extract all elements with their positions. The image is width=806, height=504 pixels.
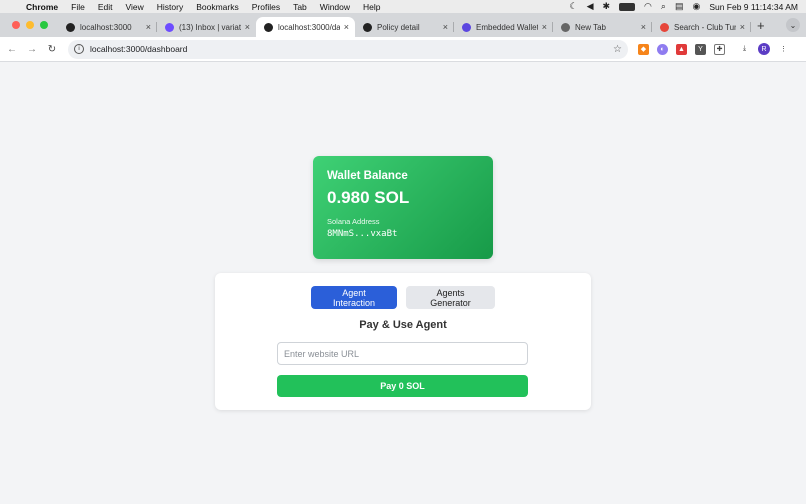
downloads-icon[interactable]: ⤓ [739,43,750,55]
site-info-icon[interactable]: i [74,44,84,54]
website-url-input[interactable] [277,342,528,365]
browser-tab[interactable]: localhost:3000 × [58,17,157,37]
volume-icon[interactable]: ◀ [587,1,594,12]
pay-sol-button[interactable]: Pay 0 SOL [277,375,528,397]
address-bar-url[interactable]: localhost:3000/dashboard [90,44,187,54]
menubar-clock[interactable]: Sun Feb 9 11:14:34 AM [709,2,798,12]
tab-close-icon[interactable]: × [740,22,745,32]
ycombinator-extension-icon[interactable]: Y [695,43,706,55]
extensions-area: ◆ ◐ ▲ Y ✚ ⤓ R ⋮ [638,43,789,55]
menu-file[interactable]: File [71,2,85,12]
wallet-balance-card: Wallet Balance 0.980 SOL Solana Address … [313,156,493,259]
tab-search-button[interactable]: ⌄ [786,18,800,32]
tab-title: New Tab [575,22,606,32]
wallet-balance-amount: 0.980 SOL [327,188,410,207]
forward-button[interactable]: → [22,44,42,55]
profile-avatar[interactable]: R [758,43,770,55]
tab-favicon-icon [363,22,372,32]
reload-button[interactable]: ↻ [42,44,62,55]
agents-generator-tab-button[interactable]: Agents Generator [406,286,495,309]
menu-view[interactable]: View [125,2,143,12]
address-bar[interactable]: i localhost:3000/dashboard ☆ [68,39,628,59]
extensions-puzzle-icon[interactable]: ✚ [714,43,725,55]
metamask-extension-icon[interactable]: ◆ [638,43,649,55]
new-tab-button[interactable]: + [757,18,765,33]
tabs-container: localhost:3000 × (13) Inbox | variatio × loc… [58,13,751,37]
solana-address-label: Solana Address [327,217,380,226]
menu-edit[interactable]: Edit [98,2,113,12]
tab-title: Policy detail [377,22,420,32]
agent-panel: Agent Interaction Agents Generator Pay &… [215,273,591,410]
tab-close-icon[interactable]: × [146,22,151,32]
tab-close-icon[interactable]: × [443,22,448,32]
tab-favicon-icon [66,22,75,32]
maximize-window-button[interactable] [40,21,48,29]
tab-close-icon[interactable]: × [542,22,547,32]
browser-tab[interactable]: (13) Inbox | variatio × [157,17,256,37]
menu-app-name[interactable]: Chrome [26,2,58,12]
menu-profiles[interactable]: Profiles [252,2,280,12]
tab-title: localhost:3000 [80,22,132,32]
window-controls [0,21,58,29]
browser-tab[interactable]: Search - Club Turn × [652,17,751,37]
menubar-status-area: ☾ ◀ ✱ ◠ ⌕ ▤ ◉ Sun Feb 9 11:14:34 AM [569,1,798,12]
bluetooth-icon[interactable]: ✱ [602,1,610,12]
tab-favicon-icon [264,22,273,32]
phantom-extension-icon[interactable]: ◐ [657,43,668,55]
red-extension-icon[interactable]: ▲ [676,43,687,55]
menu-help[interactable]: Help [363,2,380,12]
tab-title: Embedded Wallets [476,22,538,32]
back-button[interactable]: ← [2,44,22,55]
agent-interaction-tab-button[interactable]: Agent Interaction [311,286,397,309]
bookmark-star-icon[interactable]: ☆ [613,44,622,55]
moon-icon[interactable]: ☾ [569,1,577,12]
menu-tab[interactable]: Tab [293,2,307,12]
control-center-icon[interactable]: ▤ [675,1,684,12]
tab-separator [750,22,751,32]
browser-tab[interactable]: Policy detail × [355,17,454,37]
browser-tab[interactable]: localhost:3000/das × [256,17,355,37]
tab-title: localhost:3000/das [278,22,340,32]
browser-tab[interactable]: Embedded Wallets × [454,17,553,37]
solana-address-value: 8MNmS...vxaBt [327,229,398,239]
tab-close-icon[interactable]: × [245,22,250,32]
tab-favicon-icon [660,22,669,32]
tab-favicon-icon [561,22,570,32]
chrome-menu-icon[interactable]: ⋮ [778,43,789,55]
menu-window[interactable]: Window [320,2,350,12]
tab-title: (13) Inbox | variatio [179,22,241,32]
wallet-balance-title: Wallet Balance [327,170,408,182]
menu-bookmarks[interactable]: Bookmarks [196,2,239,12]
menu-history[interactable]: History [157,2,183,12]
wifi-icon[interactable]: ◠ [644,1,652,12]
tab-favicon-icon [165,22,174,32]
browser-toolbar: ← → ↻ i localhost:3000/dashboard ☆ ◆ ◐ ▲… [0,37,806,62]
tab-title: Search - Club Turn [674,22,736,32]
macos-menubar: Chrome File Edit View History Bookmarks … [0,0,806,13]
close-window-button[interactable] [12,21,20,29]
browser-tab[interactable]: New Tab × [553,17,652,37]
battery-icon[interactable] [619,2,636,11]
panel-tab-buttons: Agent Interaction Agents Generator [311,286,495,309]
tab-close-icon[interactable]: × [344,22,349,32]
tab-favicon-icon [462,22,471,32]
tab-close-icon[interactable]: × [641,22,646,32]
browser-tab-strip: localhost:3000 × (13) Inbox | variatio × loc… [0,13,806,37]
minimize-window-button[interactable] [26,21,34,29]
pay-use-agent-heading: Pay & Use Agent [359,319,447,331]
siri-icon[interactable]: ◉ [692,1,700,12]
spotlight-search-icon[interactable]: ⌕ [661,1,666,12]
